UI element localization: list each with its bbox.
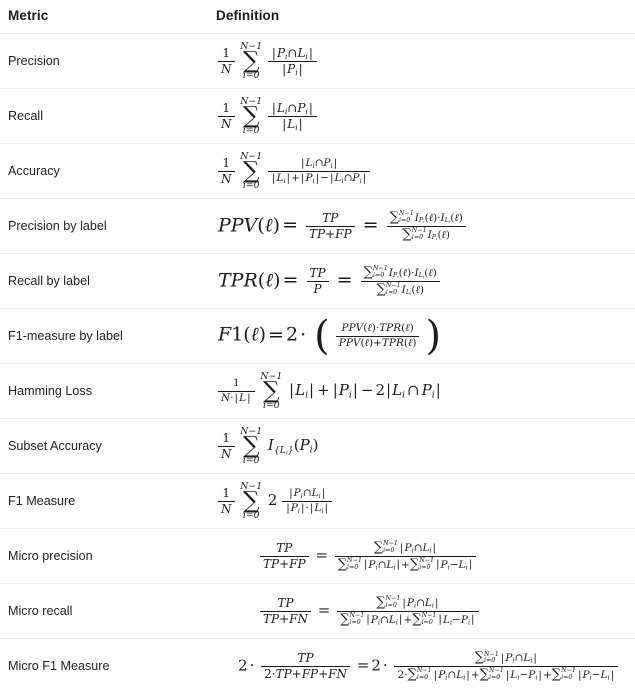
table-row: Accuracy 1N N−1 ∑ i=0 |Li∩Pi| |Li|+|Pi|−|Li…	[0, 143, 635, 199]
formula-precision: 1N N−1 ∑ i=0 |Pi∩Li| |Pi|	[208, 42, 317, 80]
table-row: Hamming Loss 1 N·|L| N−1 ∑ i=0 |Li| + |Pi| −2|…	[0, 363, 635, 419]
metric-label: Micro precision	[0, 528, 208, 584]
header-row: Metric Definition	[0, 0, 635, 34]
metric-label: F1-measure by label	[0, 308, 208, 364]
formula-hamming-loss: 1 N·|L| N−1 ∑ i=0 |Li| + |Pi| −2|Li ∩ Pi|	[208, 372, 442, 410]
metric-label: Micro recall	[0, 583, 208, 639]
metric-label: Recall by label	[0, 253, 208, 309]
formula-recall-by-label: TPR(ℓ) = TP P = ∑ N−1 i=0 IPi(ℓ)·ILi(ℓ) ∑ N−1 i…	[208, 265, 440, 297]
definition-cell: TP TP+FN = ∑ N−1 i=0 |Pi∩Li| ∑ N−1 i=0 |Pi∩Li|+…	[208, 583, 635, 639]
table-row: Precision by label PPV(ℓ) = TP TP+FP = ∑ N−…	[0, 198, 635, 254]
table-row: Recall by label TPR(ℓ) = TP P = ∑ N−1 i=0 IPi…	[0, 253, 635, 309]
formula-recall: 1N N−1 ∑ i=0 |Li∩Pi| |Li|	[208, 97, 317, 135]
formula-subset-accuracy: 1N N−1 ∑ i=0 I{Li}(Pi)	[208, 427, 319, 465]
formula-micro-recall: TP TP+FN = ∑ N−1 i=0 |Pi∩Li| ∑ N−1 i=0 |Pi∩Li|+…	[208, 595, 479, 627]
table-row: F1-measure by label F1(ℓ) = 2 · ( PPV(ℓ)·TP…	[0, 308, 635, 364]
table-row: Subset Accuracy 1N N−1 ∑ i=0 I{Li}(Pi)	[0, 418, 635, 474]
definition-cell: 2 · TP 2·TP+FP+FN = 2 · ∑ N−1 i=0 |Pi∩Li| 2·∑ N−…	[208, 639, 635, 694]
table-row: Micro precision TP TP+FP = ∑ N−1 i=0 |Pi∩Li|…	[0, 528, 635, 584]
table-row: Precision 1N N−1 ∑ i=0 |Pi∩Li| |Pi|	[0, 33, 635, 89]
definition-cell: 1N N−1 ∑ i=0 I{Li}(Pi)	[208, 418, 635, 474]
metric-label: Precision	[0, 33, 208, 89]
table-body: Precision 1N N−1 ∑ i=0 |Pi∩Li| |Pi| Recall …	[0, 33, 635, 694]
column-header-definition: Definition	[208, 0, 635, 34]
metric-label: Recall	[0, 88, 208, 144]
formula-accuracy: 1N N−1 ∑ i=0 |Li∩Pi| |Li|+|Pi|−|Li∩Pi|	[208, 152, 371, 190]
metric-label: Accuracy	[0, 143, 208, 199]
column-header-metric: Metric	[0, 0, 208, 34]
table-row: Micro F1 Measure 2 · TP 2·TP+FP+FN = 2 · ∑ N−…	[0, 639, 635, 694]
definition-cell: TP TP+FP = ∑ N−1 i=0 |Pi∩Li| ∑ N−1 i=0 |Pi∩Li|+…	[208, 528, 635, 584]
definition-cell: F1(ℓ) = 2 · ( PPV(ℓ)·TPR(ℓ) PPV(ℓ)+TPR(ℓ) )	[208, 308, 635, 364]
table-row: Recall 1N N−1 ∑ i=0 |Li∩Pi| |Li|	[0, 88, 635, 144]
definition-cell: TPR(ℓ) = TP P = ∑ N−1 i=0 IPi(ℓ)·ILi(ℓ) ∑ N−1 i…	[208, 253, 635, 309]
definition-cell: 1N N−1 ∑ i=0 |Li∩Pi| |Li|+|Pi|−|Li∩Pi|	[208, 143, 635, 199]
formula-f1-by-label: F1(ℓ) = 2 · ( PPV(ℓ)·TPR(ℓ) PPV(ℓ)+TPR(ℓ) )	[218, 312, 442, 359]
table-header: Metric Definition	[0, 0, 635, 34]
definition-cell: PPV(ℓ) = TP TP+FP = ∑ N−1 i=0 IPi(ℓ)·ILi(ℓ) ∑…	[208, 198, 635, 254]
definition-cell: 1N N−1 ∑ i=0 2 |Pi∩Li| |Pi|·|Li|	[208, 473, 635, 529]
metric-label: Precision by label	[0, 198, 208, 254]
definition-cell: 1N N−1 ∑ i=0 |Li∩Pi| |Li|	[208, 88, 635, 144]
metric-label: Subset Accuracy	[0, 418, 208, 474]
metrics-definition-table: Metric Definition Precision 1N N−1 ∑ i=0 |…	[0, 0, 635, 694]
metric-label: Hamming Loss	[0, 363, 208, 419]
definition-cell: 1 N·|L| N−1 ∑ i=0 |Li| + |Pi| −2|Li ∩ Pi|	[208, 363, 635, 419]
formula-micro-f1-measure: 2 · TP 2·TP+FP+FN = 2 · ∑ N−1 i=0 |Pi∩Li| 2·∑ N−…	[208, 651, 619, 682]
table-row: F1 Measure 1N N−1 ∑ i=0 2 |Pi∩Li| |Pi|·|Li|	[0, 473, 635, 529]
table-row: Micro recall TP TP+FN = ∑ N−1 i=0 |Pi∩Li| ∑ N…	[0, 583, 635, 639]
definition-cell: 1N N−1 ∑ i=0 |Pi∩Li| |Pi|	[208, 33, 635, 89]
formula-precision-by-label: PPV(ℓ) = TP TP+FP = ∑ N−1 i=0 IPi(ℓ)·ILi(ℓ) ∑…	[208, 210, 466, 242]
formula-micro-precision: TP TP+FP = ∑ N−1 i=0 |Pi∩Li| ∑ N−1 i=0 |Pi∩Li|+…	[208, 540, 477, 572]
metric-label: F1 Measure	[0, 473, 208, 529]
formula-f1-measure: 1N N−1 ∑ i=0 2 |Pi∩Li| |Pi|·|Li|	[208, 482, 333, 520]
metric-label: Micro F1 Measure	[8, 659, 110, 674]
